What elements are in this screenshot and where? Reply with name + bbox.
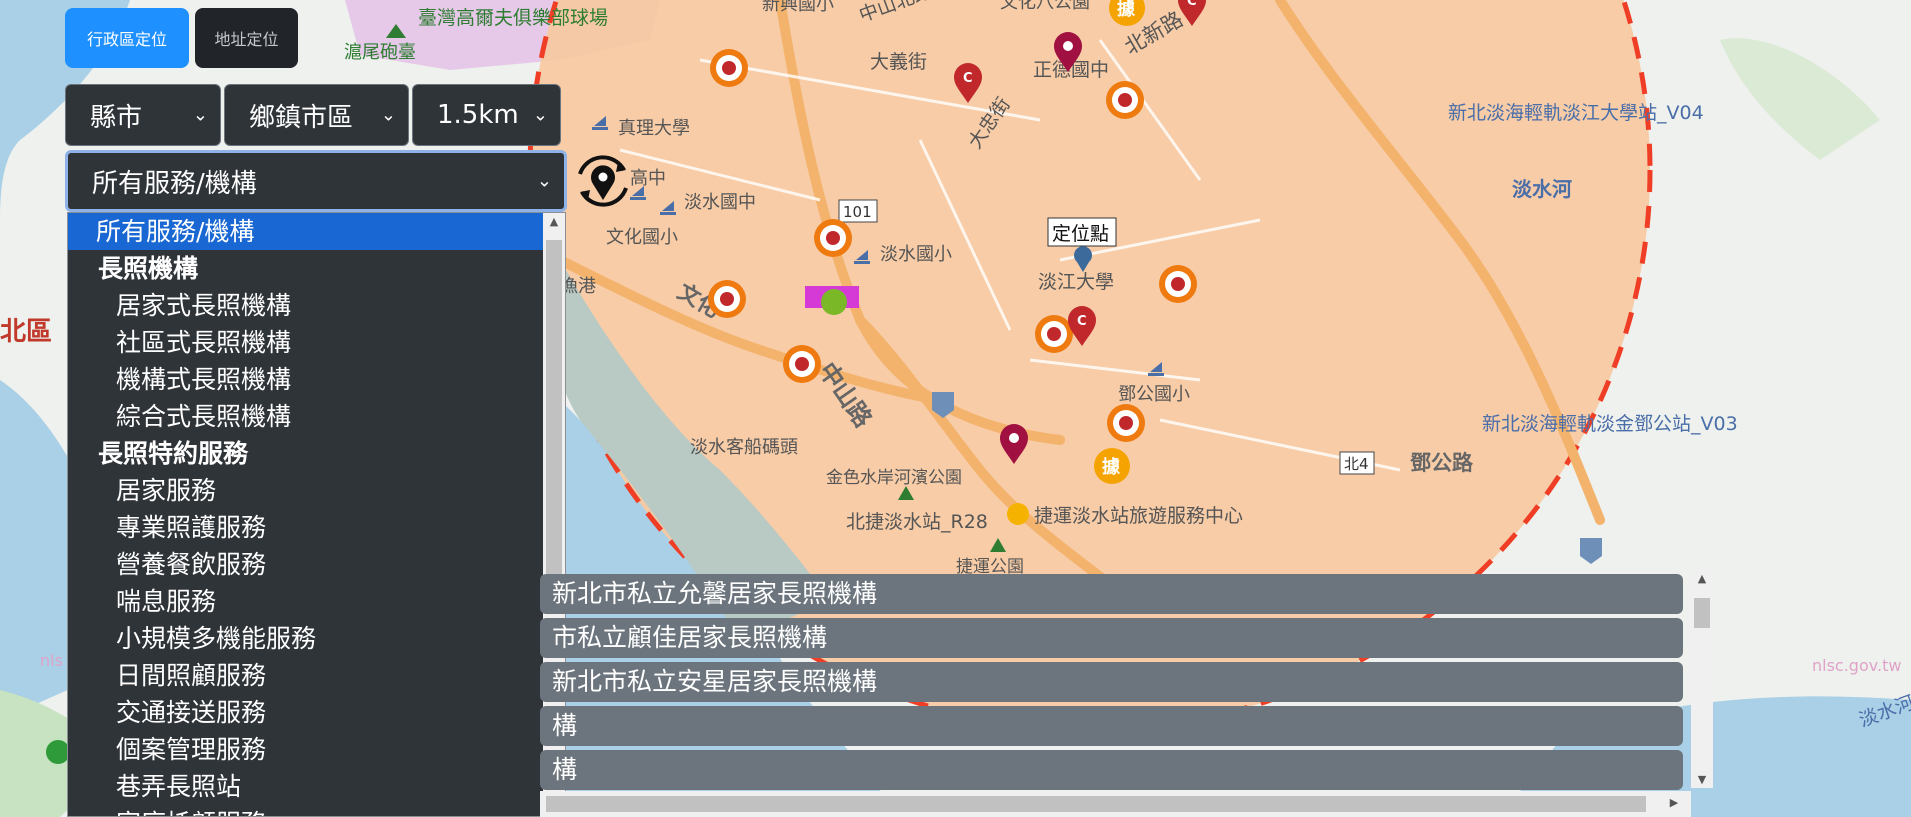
svg-text:C: C — [1077, 314, 1087, 329]
label-river: 淡水河 — [1512, 177, 1572, 201]
svg-text:C: C — [963, 71, 973, 86]
care-marker — [1159, 265, 1197, 303]
label-road101: 101 — [843, 203, 872, 221]
label-visitor: 捷運淡水站旅遊服務中心 — [1034, 505, 1243, 527]
svg-text:據: 據 — [1102, 456, 1121, 478]
dropdown-option[interactable]: 巷弄長照站 — [68, 768, 565, 805]
care-marker — [708, 280, 746, 318]
care-marker — [783, 345, 821, 383]
label-watermark-left: nls — [40, 651, 63, 670]
chevron-down-icon: ⌄ — [536, 170, 552, 192]
radius-select[interactable]: 1.5km ⌄ — [412, 84, 561, 146]
label-dayi: 大義街 — [870, 51, 927, 73]
label-north: 北區 — [0, 317, 52, 347]
results-scrollbar[interactable]: ▲ ▼ — [1691, 570, 1713, 788]
result-row[interactable]: 新北市私立安星居家長照機構 — [540, 662, 1683, 702]
dropdown-option[interactable]: 家庭托顧服務 — [68, 805, 565, 816]
scroll-right-icon[interactable]: ▶ — [1663, 796, 1685, 809]
service-dropdown-list[interactable]: 所有服務/機構長照機構居家式長照機構 社區式長照機構 機構式長照機構 綜合式長照機構長… — [67, 212, 566, 817]
svg-text:C: C — [1187, 0, 1197, 9]
label-v03: 新北淡海輕軌淡金鄧公站_V03 — [1482, 413, 1738, 435]
label-wenhua8: 文化八公園 — [1000, 0, 1090, 13]
label-v04: 新北淡海輕軌淡江大學站_V04 — [1448, 102, 1704, 124]
scrollbar-thumb[interactable] — [546, 796, 1646, 812]
chevron-down-icon: ⌄ — [380, 104, 396, 126]
dropdown-option[interactable]: 交通接送服務 — [68, 694, 565, 731]
result-row[interactable]: 構 — [540, 706, 1683, 746]
care-marker — [1107, 404, 1145, 442]
service-select[interactable]: 所有服務/機構 ⌄ — [65, 150, 567, 212]
chevron-down-icon: ⌄ — [532, 104, 548, 126]
tab-address-locate[interactable]: 地址定位 — [195, 8, 298, 68]
label-zhenli: 真理大學 — [618, 118, 690, 139]
dropdown-option[interactable]: 專業照護服務 — [68, 509, 565, 546]
label-dengong: 鄧公國小 — [1118, 384, 1190, 405]
care-marker — [1035, 315, 1073, 353]
dropdown-option[interactable]: 居家服務 — [68, 472, 565, 509]
radius-select-value: 1.5km — [437, 100, 519, 130]
dropdown-option[interactable]: 營養餐飲服務 — [68, 546, 565, 583]
results-list: 新北市私立允馨居家長照機構 市私立顧佳居家長照機構 新北市私立安星居家長照機構構構 … — [540, 570, 1713, 817]
scroll-up-icon[interactable]: ▲ — [1691, 572, 1713, 585]
county-select[interactable]: 縣市 ⌄ — [65, 84, 221, 146]
badge-marker: 據 — [1094, 448, 1130, 484]
label-xinxing: 新興國小 — [762, 0, 834, 15]
result-row[interactable]: 新北市私立允馨居家長照機構 — [540, 574, 1683, 614]
dropdown-option[interactable]: 個案管理服務 — [68, 731, 565, 768]
label-road-bei4: 北4 — [1344, 455, 1369, 473]
label-tamsui-jh: 淡水國中 — [684, 192, 756, 213]
care-marker — [1106, 81, 1144, 119]
dropdown-option[interactable]: 居家式長照機構 — [68, 287, 565, 324]
township-select-value: 鄉鎮市區 — [249, 102, 354, 133]
dropdown-group-header: 長照機構 — [98, 254, 199, 283]
results-hscrollbar[interactable]: ▶ — [540, 791, 1691, 817]
scroll-up-icon[interactable]: ▲ — [543, 215, 565, 228]
label-golden: 金色水岸河濱公園 — [826, 468, 962, 488]
scrollbar-thumb[interactable] — [546, 240, 562, 575]
dropdown-option[interactable]: 所有服務/機構 — [68, 213, 565, 250]
chevron-down-icon: ⌄ — [192, 104, 208, 126]
dropdown-option[interactable]: 綜合式長照機構 — [68, 398, 565, 435]
label-tamsui-es: 淡水國小 — [880, 244, 952, 265]
label-ferry: 淡水客船碼頭 — [690, 437, 798, 458]
scrollbar-thumb[interactable] — [1694, 598, 1710, 628]
county-select-value: 縣市 — [90, 102, 143, 133]
relocate-button[interactable] — [568, 146, 638, 216]
label-sports: 臺灣高爾夫俱樂部球場 — [418, 7, 608, 29]
care-marker — [814, 219, 852, 257]
scroll-down-icon[interactable]: ▼ — [1691, 773, 1713, 786]
position-label: 定位點 — [1052, 223, 1109, 245]
result-row[interactable]: 構 — [540, 750, 1683, 790]
care-marker — [710, 49, 748, 87]
map-pin-icon — [591, 165, 615, 200]
label-wenhua-es: 文化國小 — [606, 227, 678, 248]
svg-text:據: 據 — [1117, 0, 1136, 20]
dropdown-option[interactable]: 小規模多機能服務 — [68, 620, 565, 657]
dropdown-option[interactable]: 機構式長照機構 — [68, 361, 565, 398]
label-denggong-rd: 鄧公路 — [1410, 451, 1474, 475]
service-select-value: 所有服務/機構 — [92, 168, 257, 199]
dropdown-group-header: 長照特約服務 — [98, 439, 249, 468]
label-mrt: 北捷淡水站_R28 — [846, 511, 988, 533]
dropdown-option[interactable]: 日間照顧服務 — [68, 657, 565, 694]
dropdown-option[interactable]: 喘息服務 — [68, 583, 565, 620]
info-icon — [1007, 503, 1029, 525]
tab-admin-locate[interactable]: 行政區定位 — [65, 8, 189, 68]
dropdown-option[interactable]: 社區式長照機構 — [68, 324, 565, 361]
label-watermark: nlsc.gov.tw — [1812, 656, 1901, 675]
result-row[interactable]: 市私立顧佳居家長照機構 — [540, 618, 1683, 658]
label-huwei: 滬尾砲臺 — [344, 42, 416, 63]
label-tku: 淡江大學 — [1038, 271, 1114, 293]
township-select[interactable]: 鄉鎮市區 ⌄ — [224, 84, 409, 146]
